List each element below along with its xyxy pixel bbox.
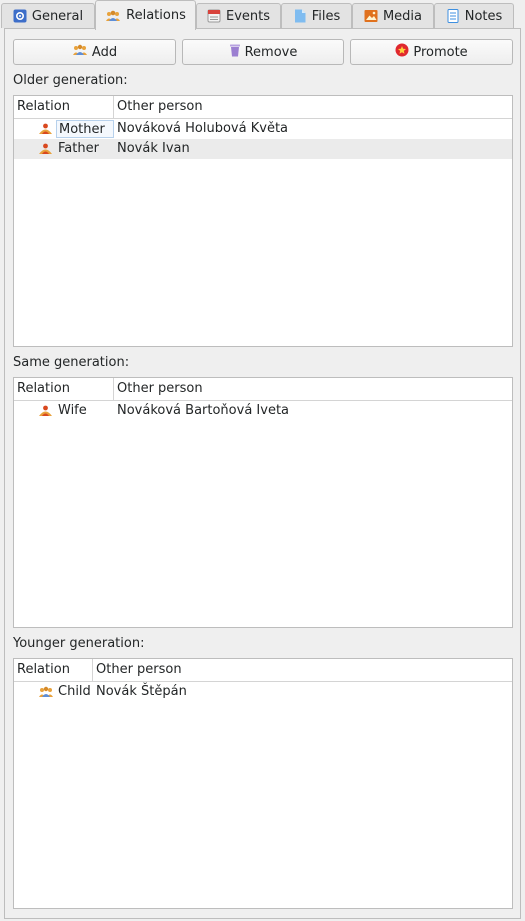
tab-media[interactable]: Media [352,3,434,28]
trash-icon [229,44,241,61]
tab-notes[interactable]: Notes [434,3,514,28]
relation-cell[interactable]: Father [56,140,101,158]
image-icon [364,9,378,23]
table-row[interactable]: Wife Nováková Bartoňová Iveta [14,401,512,421]
table-row[interactable]: Father Novák Ivan [14,139,512,159]
older-generation-list[interactable]: Relation Other person Mother Nováková Ho… [13,95,513,347]
column-divider[interactable] [113,96,114,118]
same-generation-label: Same generation: [13,355,130,370]
tab-bar: General Relations Events Files Media Not… [0,0,525,30]
relation-cell[interactable]: Wife [56,402,89,420]
other-person-column-header[interactable]: Other person [117,381,203,396]
calendar-icon [207,9,221,23]
younger-generation-header: Relation Other person [14,659,512,682]
tab-general[interactable]: General [1,3,95,28]
file-icon [293,9,307,23]
people-icon [72,44,88,60]
tab-events[interactable]: Events [196,3,281,28]
remove-button-label: Remove [244,44,298,60]
tab-relations[interactable]: Relations [95,0,196,30]
table-row[interactable]: Mother Nováková Holubová Květa [14,119,512,139]
relation-cell[interactable]: Child [56,683,93,701]
child-relation-icon [38,686,54,702]
tab-files-label: Files [311,8,341,24]
column-divider[interactable] [92,659,93,681]
gear-icon [13,9,27,23]
relation-column-header[interactable]: Relation [17,662,70,677]
column-divider[interactable] [113,378,114,400]
younger-generation-list[interactable]: Relation Other person Child Novák Štěpán [13,658,513,909]
relation-column-header[interactable]: Relation [17,99,70,114]
other-person-column-header[interactable]: Other person [96,662,182,677]
older-generation-label: Older generation: [13,73,128,88]
tab-media-label: Media [382,8,423,24]
younger-generation-label: Younger generation: [13,636,145,651]
other-person-cell[interactable]: Novák Ivan [117,140,190,158]
notes-icon [446,9,460,23]
tab-events-label: Events [225,8,270,24]
tab-relations-label: Relations [126,8,186,23]
tab-files[interactable]: Files [281,3,352,28]
same-generation-list[interactable]: Relation Other person Wife Nováková Bart… [13,377,513,628]
tab-general-label: General [31,8,84,24]
tab-notes-label: Notes [464,8,503,24]
older-generation-header: Relation Other person [14,96,512,119]
table-row[interactable]: Child Novák Štěpán [14,682,512,702]
promote-icon [395,43,409,61]
other-person-cell[interactable]: Nováková Bartoňová Iveta [117,402,289,420]
female-relation-icon [38,123,53,139]
male-relation-icon [38,143,53,159]
promote-button[interactable]: Promote [350,39,513,65]
female-relation-icon [38,405,53,421]
promote-button-label: Promote [413,44,468,60]
add-button-label: Add [91,44,118,60]
relation-cell[interactable]: Mother [56,120,114,138]
other-person-column-header[interactable]: Other person [117,99,203,114]
other-person-cell[interactable]: Novák Štěpán [96,683,187,701]
same-generation-header: Relation Other person [14,378,512,401]
other-person-cell[interactable]: Nováková Holubová Květa [117,120,288,138]
people-icon [105,9,121,23]
relation-column-header[interactable]: Relation [17,381,70,396]
remove-button[interactable]: Remove [182,39,344,65]
add-button[interactable]: Add [13,39,176,65]
